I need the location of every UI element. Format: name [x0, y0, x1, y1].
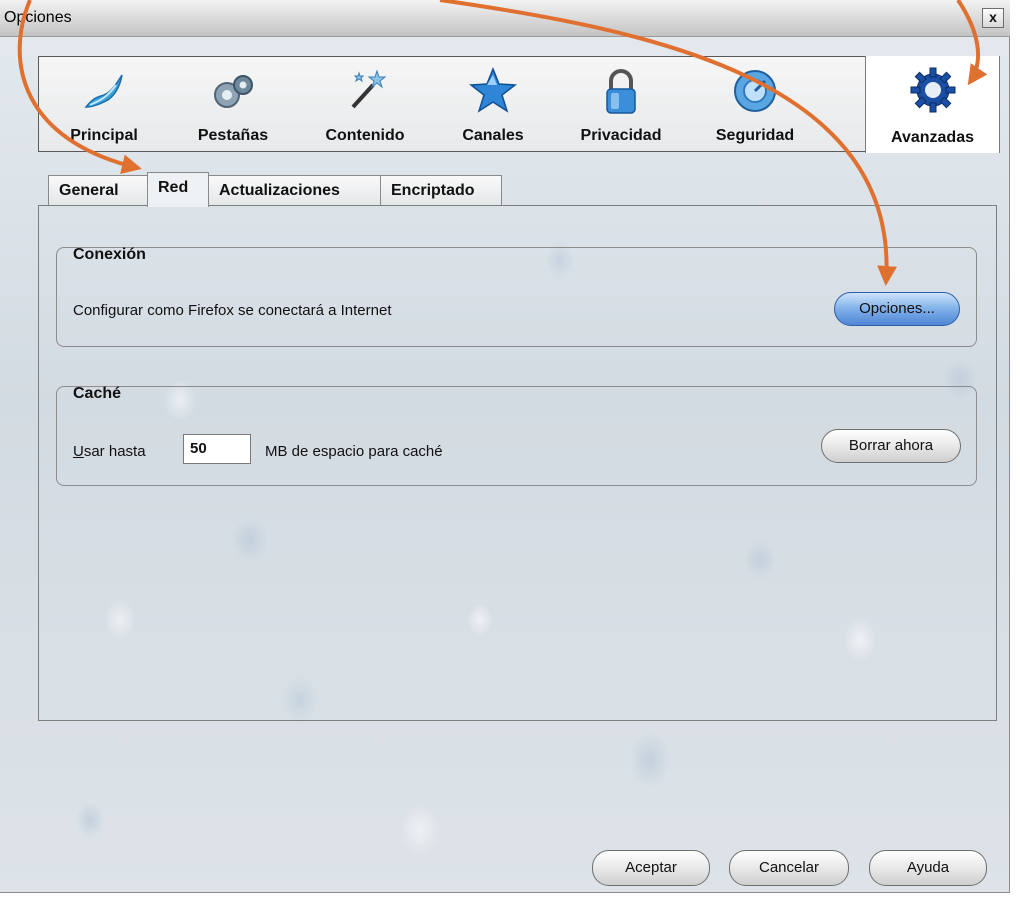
principal-icon	[84, 74, 123, 108]
tab-encriptado[interactable]: Encriptado	[380, 175, 502, 206]
network-panel: Conexión Configurar como Firefox se cone…	[38, 205, 997, 721]
pane-toolbar: Principal Pestañas Contenido Canales Pri…	[38, 56, 1000, 153]
options-window: Opciones x Principal Pestañas Contenido …	[0, 0, 1010, 893]
tabs-gear-icon	[214, 75, 253, 108]
title-bar: Opciones x	[0, 0, 1010, 37]
pane-contenido[interactable]: Contenido	[297, 57, 433, 151]
ok-button[interactable]: Aceptar	[592, 850, 710, 886]
tab-general[interactable]: General	[48, 175, 148, 206]
cache-title: Caché	[73, 385, 122, 402]
clear-cache-button[interactable]: Borrar ahora	[821, 429, 961, 463]
cache-size-input[interactable]: 50	[183, 434, 251, 464]
cache-use-label-rest: sar hasta	[83, 443, 146, 460]
feeds-star-icon	[469, 67, 517, 113]
pane-label: Avanzadas	[891, 129, 974, 146]
access-key: U	[73, 443, 84, 460]
pane-label: Contenido	[325, 127, 405, 144]
lock-icon	[606, 69, 636, 114]
pane-canales[interactable]: Canales	[433, 57, 553, 151]
cache-size-suffix: MB de espacio para caché	[265, 443, 443, 460]
pane-label: Seguridad	[715, 127, 795, 144]
cache-use-label: Usar hasta	[73, 443, 146, 460]
help-button[interactable]: Ayuda	[869, 850, 987, 886]
pane-privacidad[interactable]: Privacidad	[553, 57, 689, 151]
pane-label: Privacidad	[580, 127, 662, 144]
connection-group: Conexión Configurar como Firefox se cone…	[56, 246, 977, 347]
pane-avanzadas[interactable]: Avanzadas	[865, 56, 1000, 153]
window-title: Opciones	[4, 9, 72, 26]
tab-actualizaciones[interactable]: Actualizaciones	[208, 175, 381, 206]
connection-title: Conexión	[73, 246, 146, 263]
pane-pestanas[interactable]: Pestañas	[169, 57, 297, 151]
content-wand-icon	[351, 69, 387, 109]
tab-red[interactable]: Red	[147, 172, 209, 207]
advanced-gear-icon	[910, 67, 955, 113]
cache-group: Caché Usar hasta 50 MB de espacio para c…	[56, 385, 977, 486]
security-icon	[734, 70, 776, 112]
cancel-button[interactable]: Cancelar	[729, 850, 849, 886]
pane-label: Canales	[462, 127, 524, 144]
connection-description: Configurar como Firefox se conectará a I…	[73, 302, 392, 319]
pane-principal[interactable]: Principal	[39, 57, 169, 151]
pane-label: Principal	[70, 127, 138, 144]
pane-seguridad[interactable]: Seguridad	[689, 57, 821, 151]
pane-label: Pestañas	[197, 127, 269, 144]
connection-settings-button[interactable]: Opciones...	[834, 292, 960, 326]
close-button[interactable]: x	[982, 8, 1004, 28]
